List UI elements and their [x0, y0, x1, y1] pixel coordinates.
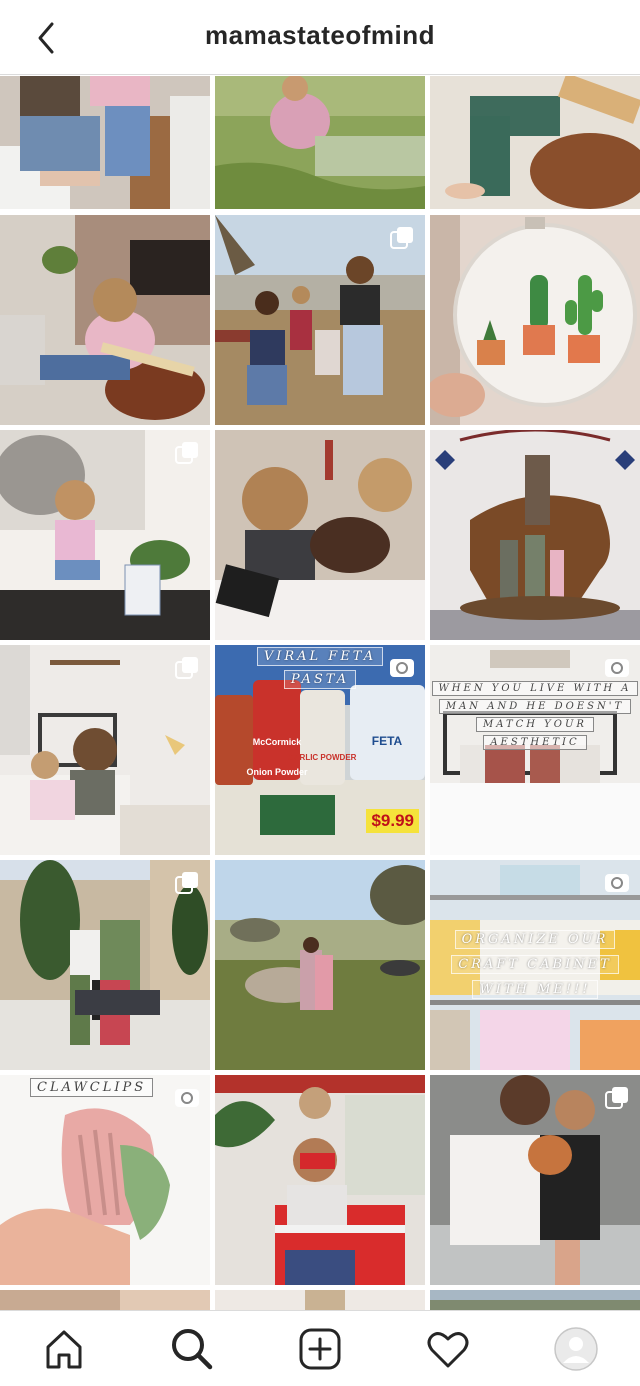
post-tile[interactable]	[0, 1290, 210, 1310]
post-image	[430, 1290, 640, 1310]
post-image	[430, 76, 640, 209]
jar-label: McCormick	[253, 737, 303, 747]
post-tile[interactable]	[215, 76, 425, 209]
posts-grid: VIRAL FETA PASTA McCormick Onion Powder …	[0, 76, 640, 1310]
tab-profile[interactable]	[552, 1325, 600, 1373]
post-image	[430, 215, 640, 425]
post-tile[interactable]	[215, 215, 425, 425]
carousel-icon	[175, 657, 198, 679]
post-image	[215, 76, 425, 209]
overlay-line: CLAWCLIPS	[30, 1078, 154, 1097]
post-image	[0, 215, 210, 425]
tab-home[interactable]	[40, 1325, 88, 1373]
post-tile[interactable]: WHEN YOU LIVE WITH A MAN AND HE DOESN'T …	[430, 645, 640, 855]
post-image	[215, 430, 425, 640]
post-tile[interactable]	[215, 860, 425, 1070]
post-tile[interactable]	[0, 860, 210, 1070]
jar-label: GARLIC POWDER	[288, 753, 357, 762]
bottom-tab-bar	[0, 1310, 640, 1386]
post-tile[interactable]	[215, 1290, 425, 1310]
jar-label: Onion Powder	[246, 767, 307, 777]
post-tile[interactable]: CLAWCLIPS	[0, 1075, 210, 1285]
overlay-line: MATCH YOUR	[476, 717, 594, 732]
carousel-icon	[390, 227, 413, 249]
post-tile[interactable]	[430, 76, 640, 209]
post-tile[interactable]	[430, 215, 640, 425]
post-tile[interactable]	[0, 76, 210, 209]
post-tile[interactable]	[430, 1075, 640, 1285]
new-post-icon	[299, 1328, 341, 1370]
post-caption-overlay: WHEN YOU LIVE WITH A MAN AND HE DOESN'T …	[430, 681, 640, 750]
post-image	[215, 1075, 425, 1285]
carousel-icon	[605, 1087, 628, 1109]
overlay-line: CRAFT CABINET	[451, 955, 619, 974]
tab-activity[interactable]	[424, 1325, 472, 1373]
price-tag: $9.99	[366, 809, 419, 833]
post-caption-overlay: ORGANIZE OUR CRAFT CABINET WITH ME!!!	[430, 930, 640, 999]
overlay-line: AESTHETIC	[483, 735, 587, 750]
reel-video-icon	[605, 659, 629, 677]
activity-heart-icon	[427, 1332, 469, 1368]
carousel-icon	[175, 872, 198, 894]
overlay-line: ORGANIZE OUR	[454, 930, 616, 949]
post-tile[interactable]	[215, 1075, 425, 1285]
post-tile[interactable]	[430, 430, 640, 640]
tab-new-post[interactable]	[296, 1325, 344, 1373]
post-tile[interactable]: VIRAL FETA PASTA McCormick Onion Powder …	[215, 645, 425, 855]
home-icon	[46, 1330, 82, 1369]
overlay-line: WITH ME!!!	[472, 980, 598, 999]
post-tile[interactable]	[0, 430, 210, 640]
post-image	[430, 430, 640, 640]
post-tile[interactable]	[430, 1290, 640, 1310]
carousel-icon	[175, 442, 198, 464]
post-image	[0, 76, 210, 209]
overlay-line: MAN AND HE DOESN'T	[438, 699, 632, 714]
post-tile[interactable]	[0, 645, 210, 855]
profile-header: mamastateofmind	[0, 0, 640, 75]
cheese-label: FETA	[372, 734, 403, 748]
profile-username: mamastateofmind	[205, 20, 435, 50]
post-tile[interactable]	[215, 430, 425, 640]
reel-video-icon	[175, 1089, 199, 1107]
overlay-line: WHEN YOU LIVE WITH A	[431, 681, 639, 696]
tab-search[interactable]	[168, 1325, 216, 1373]
reel-video-icon	[390, 659, 414, 677]
post-tile[interactable]: ORGANIZE OUR CRAFT CABINET WITH ME!!!	[430, 860, 640, 1070]
post-image	[0, 1290, 210, 1310]
reel-video-icon	[605, 874, 629, 892]
post-tile[interactable]	[0, 215, 210, 425]
search-icon	[172, 1329, 213, 1370]
profile-avatar-icon	[554, 1327, 598, 1371]
post-image	[215, 1290, 425, 1310]
post-image	[215, 860, 425, 1070]
